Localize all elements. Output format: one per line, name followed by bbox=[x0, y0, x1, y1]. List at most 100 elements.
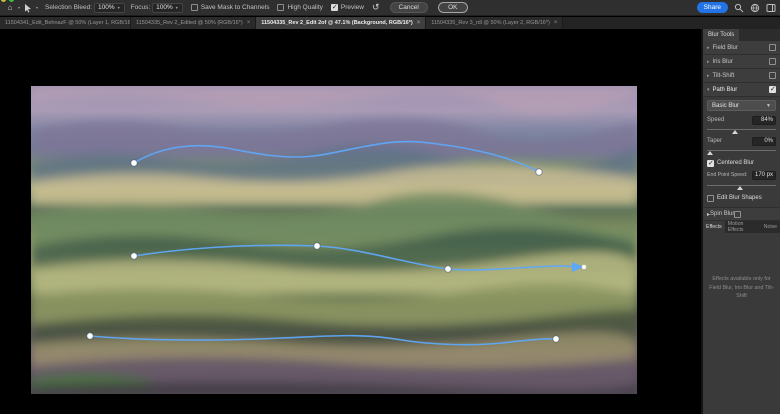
high-quality-label: High Quality bbox=[287, 4, 322, 11]
disclosure-icon[interactable]: ▸ bbox=[707, 73, 710, 79]
path-blur-curve[interactable] bbox=[134, 142, 539, 172]
focus-value: 100% bbox=[156, 4, 173, 11]
preview-checkbox[interactable] bbox=[331, 4, 338, 11]
field-blur-checkbox[interactable] bbox=[769, 44, 776, 51]
home-icon[interactable]: ⌂ bbox=[3, 2, 17, 14]
effects-tab-strip: Effects Motion Effects Noise bbox=[703, 221, 780, 233]
share-button[interactable]: Share bbox=[697, 2, 728, 13]
traffic-light-yellow[interactable] bbox=[1, 0, 6, 2]
blur-tools-panel-tab[interactable]: Blur Tools bbox=[703, 29, 739, 41]
path-blur-control-point[interactable] bbox=[87, 333, 93, 339]
edit-blur-shapes-checkbox[interactable] bbox=[707, 195, 714, 202]
path-blur-control-point[interactable] bbox=[131, 253, 137, 259]
cancel-button[interactable]: Cancel bbox=[390, 2, 428, 13]
tool-chevron-icon: ▾ bbox=[36, 5, 38, 10]
reset-icon[interactable]: ↺ bbox=[372, 2, 380, 13]
tilt-shift-checkbox[interactable] bbox=[769, 72, 776, 79]
ok-button[interactable]: OK bbox=[438, 2, 468, 13]
blur-tools-panel: Blur Tools ▸ Field Blur ▸ Iris Blur ▸ Ti… bbox=[701, 29, 780, 414]
path-blur-control-point[interactable] bbox=[553, 336, 559, 342]
taper-label: Taper bbox=[707, 138, 722, 144]
focus-input[interactable]: 100% ▾ bbox=[152, 3, 183, 13]
selection-bleed-label: Selection Bleed: bbox=[45, 4, 92, 11]
tool-row-path-blur[interactable]: ▾ Path Blur bbox=[703, 83, 780, 97]
end-point-speed-slider[interactable] bbox=[707, 182, 776, 190]
tool-row-tilt-shift[interactable]: ▸ Tilt-Shift bbox=[703, 69, 780, 83]
edit-blur-shapes-label: Edit Blur Shapes bbox=[717, 195, 762, 201]
path-blur-control-point[interactable] bbox=[536, 169, 542, 175]
end-point-speed-value[interactable]: 170 px bbox=[752, 171, 776, 180]
main-content: Blur Tools ▸ Field Blur ▸ Iris Blur ▸ Ti… bbox=[0, 29, 780, 414]
blur-type-dropdown[interactable]: Basic Blur ▼ bbox=[707, 100, 776, 111]
tool-label: Path Blur bbox=[713, 87, 769, 93]
path-blur-checkbox[interactable] bbox=[769, 86, 776, 93]
close-icon[interactable]: × bbox=[417, 20, 421, 26]
selection-bleed-chevron-icon: ▾ bbox=[118, 5, 120, 10]
tool-label: Iris Blur bbox=[713, 59, 769, 65]
disclosure-icon[interactable]: ▾ bbox=[707, 87, 710, 93]
slider-thumb[interactable] bbox=[732, 130, 738, 134]
taper-slider[interactable] bbox=[707, 147, 776, 155]
path-blur-end-point[interactable] bbox=[582, 265, 586, 269]
chevron-down-icon: ▼ bbox=[766, 103, 771, 109]
blur-type-value: Basic Blur bbox=[712, 103, 739, 109]
save-mask-label: Save Mask to Channels bbox=[201, 4, 270, 11]
tab-motion-effects[interactable]: Motion Effects bbox=[725, 221, 761, 233]
document-tab-bar: 11504341_Edit_BehnazF @ 50% (Layer 1, RG… bbox=[0, 17, 780, 29]
end-point-speed-label: End Point Speed: bbox=[707, 172, 747, 178]
disclosure-icon[interactable]: ▸ bbox=[707, 45, 710, 51]
speed-value[interactable]: 84% bbox=[752, 116, 776, 125]
blur-path-overlay bbox=[0, 29, 701, 414]
effects-unavailable-message: Effects available only for Field Blur, I… bbox=[707, 275, 776, 301]
workspace-icon[interactable] bbox=[766, 3, 776, 13]
path-blur-curve[interactable] bbox=[134, 245, 578, 270]
path-blur-control-point[interactable] bbox=[131, 160, 137, 166]
document-tab-4[interactable]: 11504335_Rev 3_rdl @ 50% (Layer 2, RGB/1… bbox=[426, 17, 563, 29]
high-quality-checkbox[interactable] bbox=[277, 4, 284, 11]
spin-blur-checkbox[interactable] bbox=[734, 211, 741, 218]
tool-row-spin-blur[interactable]: ▸ Spin Blur bbox=[703, 207, 780, 221]
focus-label: Focus: bbox=[131, 4, 151, 11]
centered-blur-checkbox[interactable] bbox=[707, 160, 714, 167]
close-icon[interactable]: × bbox=[554, 20, 558, 26]
tab-effects[interactable]: Effects bbox=[703, 221, 725, 233]
selection-bleed-input[interactable]: 100% ▾ bbox=[94, 3, 125, 13]
selection-bleed-value: 100% bbox=[98, 4, 115, 11]
traffic-light-green[interactable] bbox=[9, 0, 14, 2]
tool-label: Tilt-Shift bbox=[713, 73, 769, 79]
blur-tool-cursor-icon[interactable] bbox=[21, 2, 35, 14]
tool-row-iris-blur[interactable]: ▸ Iris Blur bbox=[703, 55, 780, 69]
options-bar: ⌂ ▾ ▾ Selection Bleed: 100% ▾ Focus: 100… bbox=[0, 0, 780, 16]
iris-blur-checkbox[interactable] bbox=[769, 58, 776, 65]
taper-value[interactable]: 0% bbox=[752, 137, 776, 146]
search-icon[interactable] bbox=[734, 3, 744, 13]
tool-row-field-blur[interactable]: ▸ Field Blur bbox=[703, 41, 780, 55]
document-tab-2[interactable]: 11504335_Rev 2_Edited @ 50% (RGB/16*) × bbox=[131, 17, 256, 29]
document-tab-label: 11504335_Rev 3_rdl @ 50% (Layer 2, RGB/1… bbox=[431, 20, 550, 26]
photoshop-blur-gallery-window: ⌂ ▾ ▾ Selection Bleed: 100% ▾ Focus: 100… bbox=[0, 0, 780, 414]
titlebar-right-controls: Share bbox=[697, 2, 776, 13]
canvas-area[interactable] bbox=[0, 29, 701, 414]
path-blur-control-point[interactable] bbox=[445, 266, 451, 272]
close-icon[interactable]: × bbox=[247, 20, 251, 26]
slider-thumb[interactable] bbox=[737, 186, 743, 190]
document-tab-3-active[interactable]: 11504335_Rev 2_Edit 2of @ 47.1% (Backgro… bbox=[256, 17, 426, 29]
focus-chevron-icon: ▾ bbox=[176, 5, 178, 10]
path-blur-settings: Basic Blur ▼ Speed 84% Taper 0% bbox=[703, 97, 780, 204]
document-tab-label: 11504335_Rev 2_Edit 2of @ 47.1% (Backgro… bbox=[261, 20, 412, 26]
path-blur-curve[interactable] bbox=[90, 336, 556, 345]
tool-label: Field Blur bbox=[713, 45, 769, 51]
tool-label: Spin Blur bbox=[710, 211, 734, 217]
home-chevron-icon: ▾ bbox=[18, 5, 20, 10]
speed-label: Speed bbox=[707, 117, 724, 123]
save-mask-checkbox[interactable] bbox=[191, 4, 198, 11]
tab-noise[interactable]: Noise bbox=[761, 221, 780, 233]
panel-header: Blur Tools bbox=[703, 29, 780, 41]
document-tab-label: 11504335_Rev 2_Edited @ 50% (RGB/16*) bbox=[136, 20, 243, 26]
speed-slider[interactable] bbox=[707, 126, 776, 134]
globe-icon[interactable] bbox=[750, 3, 760, 13]
slider-thumb[interactable] bbox=[707, 151, 713, 155]
path-blur-control-point[interactable] bbox=[314, 243, 320, 249]
disclosure-icon[interactable]: ▸ bbox=[707, 59, 710, 65]
document-tab-1[interactable]: 11504341_Edit_BehnazF @ 50% (Layer 1, RG… bbox=[0, 17, 131, 29]
